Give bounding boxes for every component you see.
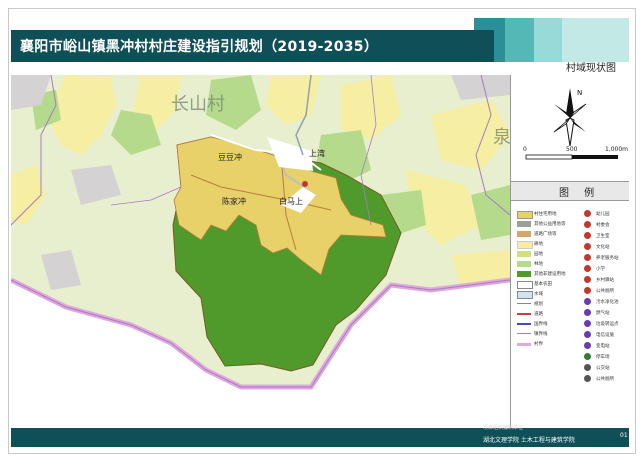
scale-mid: 500 <box>566 146 578 153</box>
legend-left-11: 道路 <box>534 312 543 317</box>
legend-left-1: 村住宅用地 <box>534 212 557 217</box>
legend-swatch-village-line <box>517 343 531 346</box>
village-map <box>11 75 510 428</box>
legend-right-15: 公交站 <box>596 366 610 371</box>
legend-left-8: 基本农田 <box>534 282 552 287</box>
legend-left-13: 镇界线 <box>534 332 548 337</box>
map-canvas[interactable]: 长山村 泉 豆豆冲 上湾 陈家冲 白马上 <box>11 75 510 428</box>
gas-station-icon <box>584 309 591 316</box>
legend-swatch-other <box>517 271 531 277</box>
legend-swatch-town-line <box>517 333 531 334</box>
legend-swatch-forest <box>517 261 531 267</box>
culture-station-icon <box>584 243 591 250</box>
public-toilet-2-icon <box>584 375 591 382</box>
header-accent-4 <box>562 18 629 62</box>
legend-right-5: 养老服务站 <box>596 256 619 261</box>
legend-left-10: 规划 <box>534 302 543 307</box>
legend-left-5: 园地 <box>534 252 543 257</box>
legend-swatch-plan <box>517 303 531 304</box>
legend-left-6: 林地 <box>534 262 543 267</box>
legend-swatch-water <box>517 291 533 299</box>
legend-right-1: 幼儿园 <box>596 212 610 217</box>
page-title: 襄阳市峪山镇黑冲村村庄建设指引规划（2019-2035） <box>20 39 379 55</box>
legend-swatch-roads <box>517 231 531 237</box>
bus-stop-icon <box>584 364 591 371</box>
legend-swatch-residential <box>517 211 533 219</box>
place-shangwan-label: 上湾 <box>309 149 325 158</box>
public-toilet-icon <box>584 287 591 294</box>
header-accent-3 <box>534 18 562 62</box>
legend-left-3: 道路广场等 <box>534 232 557 237</box>
legend-swatch-orchard <box>517 251 531 257</box>
place-shangshang-label: 白马上 <box>279 197 303 206</box>
garbage-point-icon <box>584 320 591 327</box>
rural-station-icon <box>584 276 591 283</box>
footer-org-name: 湖北文理学院 土木工程与建筑学院 <box>483 437 575 444</box>
scale-zero: 0 <box>523 146 527 153</box>
legend-left-4: 耕地 <box>534 242 543 247</box>
legend-right-12: 电信设施 <box>596 333 614 338</box>
svg-text:N: N <box>577 89 582 97</box>
legend-left-2: 其他公益用地等 <box>534 222 566 227</box>
place-chenjiachong-label: 陈家冲 <box>222 197 246 206</box>
elderly-service-icon <box>584 254 591 261</box>
kindergarten-icon <box>584 210 591 217</box>
header-accent-2 <box>505 18 534 62</box>
footer-org-label: 项目组织编制单位 <box>483 425 524 431</box>
legend-right-9: 污水净化池 <box>596 300 619 305</box>
legend-right-3: 卫生室 <box>596 234 610 239</box>
legend-swatch-road-line <box>517 313 531 315</box>
legend-swatch-public <box>517 221 531 227</box>
legend-right-16: 公共厕所 <box>596 377 614 382</box>
neighbor-village-label: 长山村 <box>171 94 225 115</box>
legend-swatch-farmland <box>517 241 533 249</box>
clinic-icon <box>584 232 591 239</box>
legend-left-7: 其他非建设用地 <box>534 272 566 277</box>
legend-swatch-national-line <box>517 323 531 325</box>
legend-right-13: 变电站 <box>596 344 610 349</box>
scale-bar <box>525 154 618 160</box>
legend-left-9: 水域 <box>534 292 543 297</box>
legend-right-2: 村委会 <box>596 223 610 228</box>
legend-right-7: 乡村驿站 <box>596 278 614 283</box>
primary-school-icon <box>584 265 591 272</box>
legend-right-10: 燃气站 <box>596 311 610 316</box>
legend-right-4: 文化站 <box>596 245 610 250</box>
parking-icon <box>584 353 591 360</box>
legend-title: 图 例 <box>559 188 601 199</box>
legend-right-8: 公共厕所 <box>596 289 614 294</box>
page-number: 01 <box>620 432 628 439</box>
scale-end: 1,000m <box>605 146 629 153</box>
village-committee-icon <box>584 221 591 228</box>
legend-left-12: 国界线 <box>534 322 548 327</box>
legend-right-14: 停车场 <box>596 355 610 360</box>
legend-left-14: 村界 <box>534 342 543 347</box>
north-arrow-icon: N <box>553 88 587 147</box>
legend-right-11: 垃圾转运点 <box>596 322 619 327</box>
sewage-pool-icon <box>584 298 591 305</box>
map-subtitle: 村域现状图 <box>566 63 616 74</box>
place-doudouchong-label: 豆豆冲 <box>218 153 242 162</box>
legend-right-6: 小学 <box>596 267 605 272</box>
substation-icon <box>584 342 591 349</box>
neighbor-village-partial-label: 泉 <box>493 127 510 148</box>
telecom-icon <box>584 331 591 338</box>
legend-swatch-basic-farmland <box>517 281 533 289</box>
